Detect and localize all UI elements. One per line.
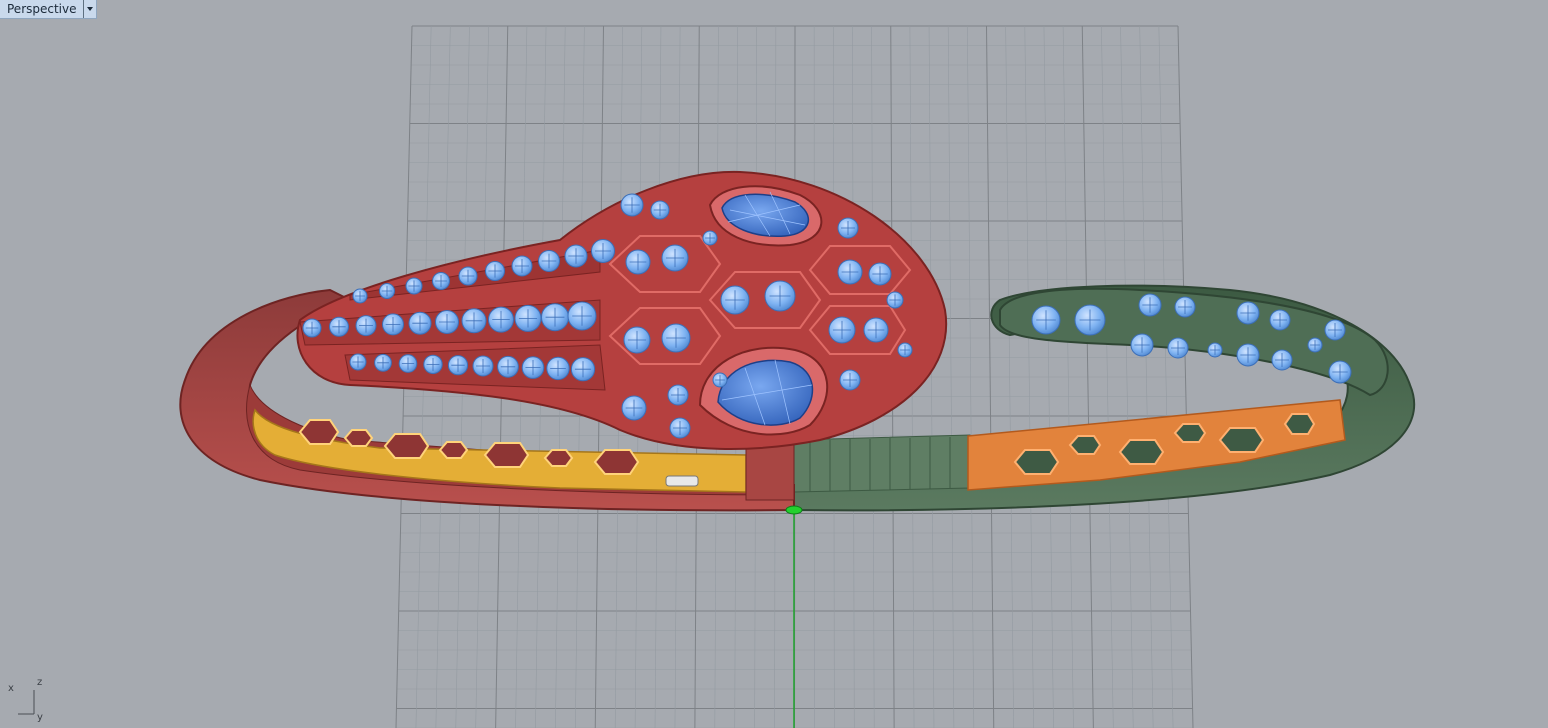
- tail-gem-section[interactable]: [999, 287, 1389, 397]
- snake-head[interactable]: [296, 170, 948, 450]
- axis-gizmo: x z y: [6, 676, 50, 726]
- origin-marker: [785, 505, 803, 515]
- axis-x-label: x: [8, 683, 14, 694]
- chevron-down-icon[interactable]: [82, 0, 96, 18]
- viewport-title-tab[interactable]: Perspective: [0, 0, 97, 19]
- axis-y-label: y: [37, 712, 43, 723]
- viewport-title[interactable]: Perspective: [0, 0, 83, 18]
- perspective-viewport[interactable]: [0, 0, 1548, 728]
- axis-z-label: z: [37, 677, 43, 688]
- clasp-seam: [745, 444, 795, 501]
